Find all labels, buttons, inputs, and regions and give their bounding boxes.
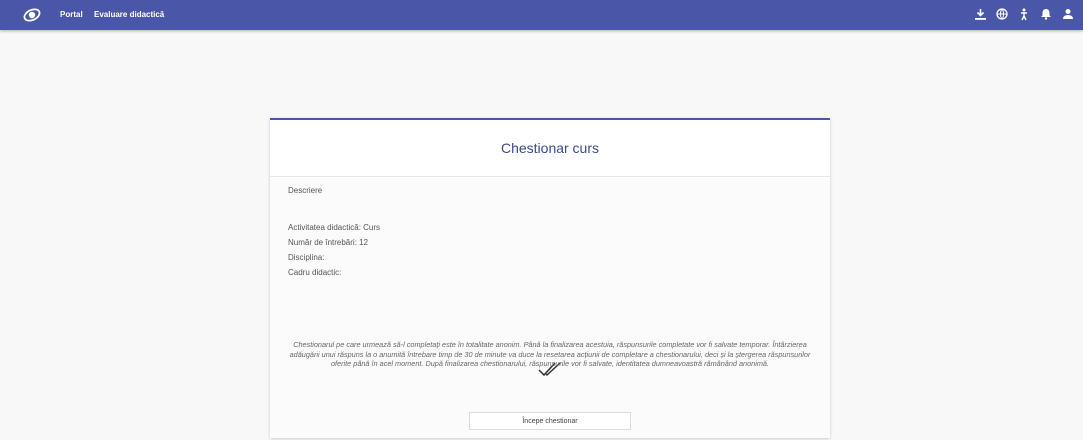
user-icon[interactable] <box>1061 7 1075 21</box>
description-label: Descriere <box>288 186 323 195</box>
top-navbar: Portal Evaluare didactică <box>0 0 1083 30</box>
card-title: Chestionar curs <box>500 140 600 156</box>
nav-evaluare-didactica[interactable]: Evaluare didactică <box>94 10 164 19</box>
card-body: Descriere Activitatea didactică: Curs Nu… <box>270 178 830 438</box>
globe-icon[interactable] <box>995 7 1009 21</box>
discipline-info: Disciplina: <box>288 253 325 262</box>
topbar-actions <box>973 7 1075 21</box>
questionnaire-card: Chestionar curs Descriere Activitatea di… <box>270 118 830 438</box>
accessibility-icon[interactable] <box>1017 7 1031 21</box>
teacher-info: Cadru didactic: <box>288 268 342 277</box>
bell-icon[interactable] <box>1039 7 1053 21</box>
logo-icon[interactable] <box>22 6 42 24</box>
start-questionnaire-button[interactable]: Începe chestionar <box>469 412 631 430</box>
questions-count: Număr de întrebări: 12 <box>288 238 369 247</box>
anonymity-note: Chestionarul pe care urmează să-l comple… <box>289 340 811 369</box>
activity-info: Activitatea didactică: Curs <box>288 223 381 232</box>
download-icon[interactable] <box>973 7 987 21</box>
card-header: Chestionar curs <box>270 120 830 177</box>
nav-portal[interactable]: Portal <box>60 10 83 19</box>
